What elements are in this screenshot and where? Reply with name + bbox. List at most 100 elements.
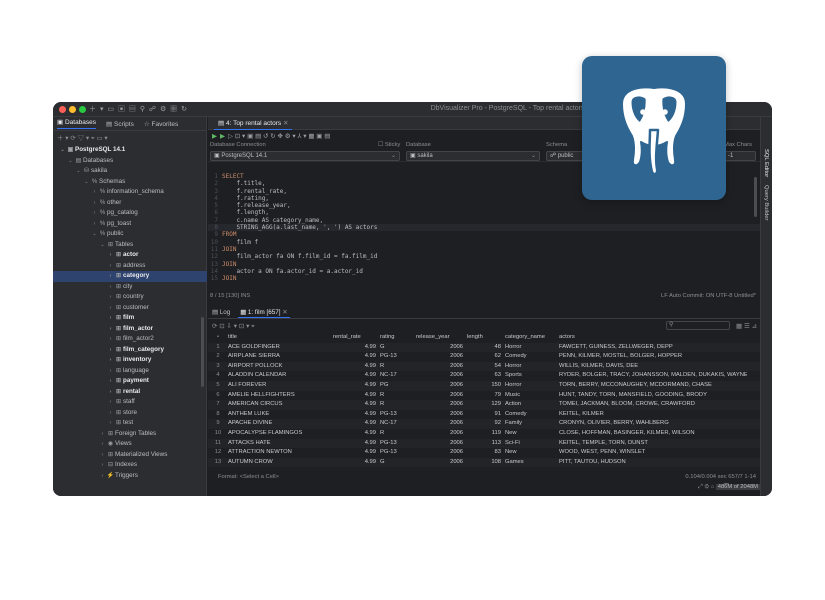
table-cell[interactable]: Sci-Fi	[503, 439, 557, 449]
table-cell[interactable]: AMERICAN CIRCUS	[226, 400, 331, 410]
table-cell[interactable]: PG-13	[378, 410, 414, 420]
max-chars-field[interactable]: -1	[724, 151, 756, 161]
chevron-right-icon[interactable]: ›	[107, 292, 114, 303]
table-cell[interactable]: Sports	[503, 371, 557, 381]
tree-item[interactable]: ›% information_schema	[53, 187, 207, 198]
sql-editor-tab[interactable]: SQL Editor	[763, 149, 769, 177]
chevron-right-icon[interactable]: ›	[107, 261, 114, 272]
table-cell[interactable]: 9	[208, 419, 226, 429]
table-cell[interactable]: 2006	[414, 419, 465, 429]
table-cell[interactable]: 4	[208, 371, 226, 381]
chevron-down-icon[interactable]: ⌄	[91, 229, 98, 240]
table-cell[interactable]: 2	[208, 352, 226, 362]
table-cell[interactable]: G	[378, 458, 414, 468]
table-cell[interactable]: Horror	[503, 362, 557, 372]
table-cell[interactable]: Family	[503, 419, 557, 429]
code-line[interactable]: 7 c.name AS category_name,	[208, 217, 760, 224]
column-header[interactable]: rental_rate	[331, 333, 378, 343]
table-cell[interactable]: 113	[465, 439, 503, 449]
table-cell[interactable]: R	[378, 400, 414, 410]
table-cell[interactable]: 1	[208, 343, 226, 353]
table-cell[interactable]: WILLIS, KILMER, DAVIS, DEE	[557, 362, 747, 372]
tree-item[interactable]: › ⚡ Triggers	[53, 471, 207, 482]
tree-item[interactable]: ⌄% Schemas	[53, 177, 207, 188]
table-cell[interactable]: 4.99	[331, 343, 378, 353]
table-cell[interactable]: AIRPLANE SIERRA	[226, 352, 331, 362]
table-cell[interactable]: 13	[208, 458, 226, 468]
tree-item[interactable]: › ⊞ test	[53, 418, 207, 429]
table-cell[interactable]: 4.99	[331, 352, 378, 362]
tree-item[interactable]: ⌄ ⛁ sakila	[53, 166, 207, 177]
table-cell[interactable]: NC-17	[378, 371, 414, 381]
table-row[interactable]: 4 ALADDIN CALENDAR 4.99 NC-17 2006 63 Sports RY…	[208, 371, 760, 381]
table-cell[interactable]: Comedy	[503, 410, 557, 420]
tree-item[interactable]: › ⊞ rental	[53, 387, 207, 398]
tree-item[interactable]: › ⊞ film_category	[53, 345, 207, 356]
table-cell[interactable]: 108	[465, 458, 503, 468]
chevron-right-icon[interactable]: ›	[91, 187, 98, 198]
table-cell[interactable]: 119	[465, 429, 503, 439]
tree-item[interactable]: › ⊞ category	[53, 271, 207, 282]
table-cell[interactable]: 4.99	[331, 381, 378, 391]
table-cell[interactable]: G	[378, 343, 414, 353]
connection-select[interactable]: ▣ PostgreSQL 14.1 ⌄	[210, 151, 400, 161]
table-cell[interactable]: 2006	[414, 381, 465, 391]
table-cell[interactable]: 2006	[414, 362, 465, 372]
code-line[interactable]: 5 f.release_year,	[208, 202, 760, 209]
minimize-window-button[interactable]	[69, 106, 76, 113]
table-cell[interactable]: ACE GOLDFINGER	[226, 343, 331, 353]
table-cell[interactable]: 2006	[414, 458, 465, 468]
code-line[interactable]: 6 f.length,	[208, 209, 760, 216]
chevron-right-icon[interactable]: ›	[91, 208, 98, 219]
table-cell[interactable]: 2006	[414, 410, 465, 420]
tree-item[interactable]: › ⊞ city	[53, 282, 207, 293]
table-cell[interactable]: Horror	[503, 381, 557, 391]
chevron-right-icon[interactable]: ›	[107, 334, 114, 345]
code-line[interactable]: 11 JOIN	[208, 246, 760, 253]
table-cell[interactable]: AIRPORT POLLOCK	[226, 362, 331, 372]
tree-item[interactable]: › ⊞ country	[53, 292, 207, 303]
results-grid[interactable]: • title rental_rate rating release_year lengt…	[208, 333, 760, 477]
code-line[interactable]: 10 film f	[208, 239, 760, 246]
table-cell[interactable]: PENN, KILMER, MOSTEL, BOLGER, HOPPER	[557, 352, 747, 362]
tree-item[interactable]: ⌄% public	[53, 229, 207, 240]
chevron-right-icon[interactable]: ›	[107, 418, 114, 429]
code-line[interactable]: 8 STRING_AGG(a.last_name, ', ') AS actor…	[208, 224, 760, 232]
chevron-down-icon[interactable]: ⌄	[99, 240, 106, 251]
code-line[interactable]: 14 actor a ON fa.actor_id = a.actor_id	[208, 268, 760, 275]
table-cell[interactable]: 62	[465, 352, 503, 362]
table-cell[interactable]: 12	[208, 448, 226, 458]
table-cell[interactable]: 91	[465, 410, 503, 420]
table-cell[interactable]: 79	[465, 391, 503, 401]
tree-item[interactable]: › ⊞ customer	[53, 303, 207, 314]
table-row[interactable]: 8 ANTHEM LUKE 4.99 PG-13 2006 91 Comedy KEITEL,…	[208, 409, 760, 420]
table-cell[interactable]: PG-13	[378, 439, 414, 449]
database-select[interactable]: ▣ sakila ⌄	[406, 151, 540, 161]
tab-databases[interactable]: ▣ Databases	[57, 118, 97, 129]
table-row[interactable]: 12 ATTRACTION NEWTON 4.99 PG-13 2006 83 New WOO…	[208, 448, 760, 458]
tree-item[interactable]: › ⊞ store	[53, 408, 207, 419]
chevron-down-icon[interactable]: ⌄	[67, 156, 74, 167]
table-cell[interactable]: 10	[208, 429, 226, 439]
table-cell[interactable]: 129	[465, 400, 503, 410]
chevron-right-icon[interactable]: ›	[107, 345, 114, 356]
tab-favorites[interactable]: ☆ Favorites	[144, 120, 178, 128]
close-icon[interactable]: ✕	[283, 120, 288, 127]
zoom-window-button[interactable]	[79, 106, 86, 113]
table-cell[interactable]: 63	[465, 371, 503, 381]
chevron-right-icon[interactable]: ›	[107, 324, 114, 335]
results-toolbar[interactable]: ⟳ ⊡ ⇩ ▾ ⊡ ▾ ⌖ ⚲ ▦ ☰ ⊿	[208, 320, 760, 332]
table-row[interactable]: 6 AMELIE HELLFIGHTERS 4.99 R 2006 79 Music HUNT…	[208, 390, 760, 401]
table-cell[interactable]: NC-17	[378, 419, 414, 429]
table-cell[interactable]: 7	[208, 400, 226, 410]
table-cell[interactable]: 4.99	[331, 371, 378, 381]
table-cell[interactable]: 4.99	[331, 391, 378, 401]
tree-item[interactable]: › ⊞ film	[53, 313, 207, 324]
table-row[interactable]: 10 APOCALYPSE FLAMINGOS 4.99 R 2006 119 New CLO…	[208, 428, 760, 439]
column-header[interactable]: release_year	[414, 333, 465, 343]
table-cell[interactable]: TORN, BERRY, MCCONAUGHEY, MCDORMAND, CHA…	[557, 381, 747, 391]
table-cell[interactable]: PG-13	[378, 448, 414, 458]
code-line[interactable]: 15 JOIN	[208, 275, 760, 282]
memory-indicator[interactable]: 486M of 2048M	[715, 484, 760, 490]
editor-tools-icons[interactable]: ▷ ⊡ ▾ ▣ ▤ ↺ ↻ ✥ ⚙ ▾ ⅄ ▾ ▦ ▣ ▤	[228, 132, 330, 140]
